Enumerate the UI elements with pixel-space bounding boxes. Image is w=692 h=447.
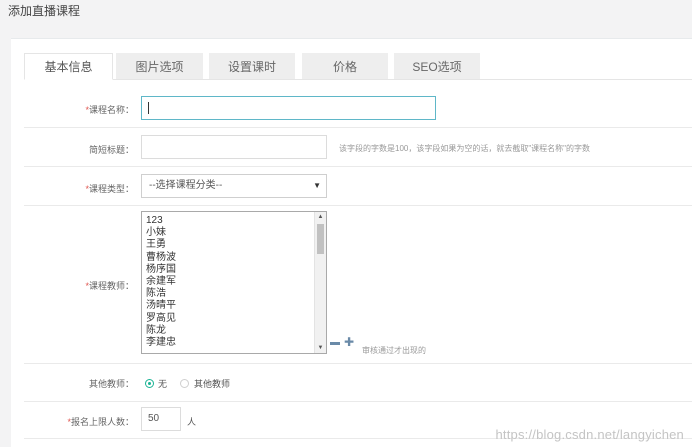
tab-bar: 基本信息 图片选项 设置课时 价格 SEO选项 <box>24 53 692 80</box>
text-cursor <box>148 102 149 114</box>
scroll-up-icon[interactable]: ▲ <box>315 212 326 222</box>
short-title-label: 简短标题： <box>88 145 134 155</box>
course-type-select[interactable]: --选择课程分类-- ▼ <box>141 174 327 198</box>
tab-seo-options[interactable]: SEO选项 <box>394 53 480 79</box>
add-teacher-icon[interactable]: ✚ <box>344 335 354 349</box>
tab-price[interactable]: 价格 <box>302 53 388 79</box>
teacher-option[interactable]: 余建军 <box>142 276 326 288</box>
teacher-option[interactable]: 陈浩 <box>142 288 326 300</box>
row-course-type: *课程类型： --选择课程分类-- ▼ <box>24 167 692 206</box>
row-teacher: *课程教师： 123 小妹 王勇 曹杨波 杨序国 余建军 陈浩 汤晴平 罗高见 … <box>24 206 692 364</box>
teacher-option[interactable]: 罗高见 <box>142 313 326 325</box>
tab-lesson-settings[interactable]: 设置课时 <box>209 53 295 79</box>
teacher-option[interactable]: 陈龙 <box>142 325 326 337</box>
teacher-option[interactable]: 李建忠 <box>142 337 326 349</box>
row-short-title: 简短标题： 该字段的字数是100，该字段如果为空的话，就去截取"课程名称"的字数 <box>24 128 692 167</box>
radio-other-teacher-label: 其他教师 <box>194 379 231 389</box>
radio-none[interactable] <box>145 379 154 388</box>
tab-basic-info[interactable]: 基本信息 <box>24 53 113 80</box>
watermark: https://blog.csdn.net/langyichen <box>495 427 684 442</box>
other-teacher-label: 其他教师： <box>88 379 134 389</box>
teacher-option[interactable]: 小妹 <box>142 227 326 239</box>
short-title-input[interactable] <box>141 135 327 159</box>
row-course-name: *课程名称： <box>24 79 692 128</box>
listbox-scrollbar[interactable]: ▲ ▼ <box>314 212 326 353</box>
teacher-label: *课程教师： <box>85 281 134 291</box>
form-panel: 基本信息 图片选项 设置课时 价格 SEO选项 *课程名称： 简短标题： 该字段… <box>11 38 692 447</box>
scroll-down-icon[interactable]: ▼ <box>315 343 326 353</box>
remove-teacher-icon[interactable]: ▬ <box>330 337 340 348</box>
enroll-limit-unit: 人 <box>187 417 197 427</box>
short-title-hint: 该字段的字数是100，该字段如果为空的话，就去截取"课程名称"的字数 <box>339 144 591 153</box>
course-type-label: *课程类型： <box>85 184 134 194</box>
teacher-option[interactable]: 杨序国 <box>142 264 326 276</box>
course-name-label: *课程名称： <box>85 105 134 115</box>
scroll-thumb[interactable] <box>317 224 324 254</box>
radio-none-label: 无 <box>158 379 168 389</box>
chevron-down-icon: ▼ <box>313 181 321 190</box>
page-title: 添加直播课程 <box>8 4 81 18</box>
teacher-option[interactable]: 123 <box>142 215 326 227</box>
teacher-option[interactable]: 汤晴平 <box>142 300 326 312</box>
teacher-option[interactable]: 曹杨波 <box>142 252 326 264</box>
course-type-selected: --选择课程分类-- <box>149 180 223 191</box>
row-other-teacher: 其他教师： 无 其他教师 <box>24 364 692 402</box>
teacher-option[interactable]: 王勇 <box>142 239 326 251</box>
teacher-listbox[interactable]: 123 小妹 王勇 曹杨波 杨序国 余建军 陈浩 汤晴平 罗高见 陈龙 李建忠 … <box>141 211 327 354</box>
enroll-limit-input[interactable]: 50 <box>141 407 181 431</box>
teacher-note: 审核通过才出现的 <box>362 346 426 355</box>
enroll-limit-label: *报名上限人数： <box>67 417 134 427</box>
tab-image-options[interactable]: 图片选项 <box>116 53 203 79</box>
course-name-input[interactable] <box>141 96 436 120</box>
radio-other-teacher[interactable] <box>180 379 189 388</box>
